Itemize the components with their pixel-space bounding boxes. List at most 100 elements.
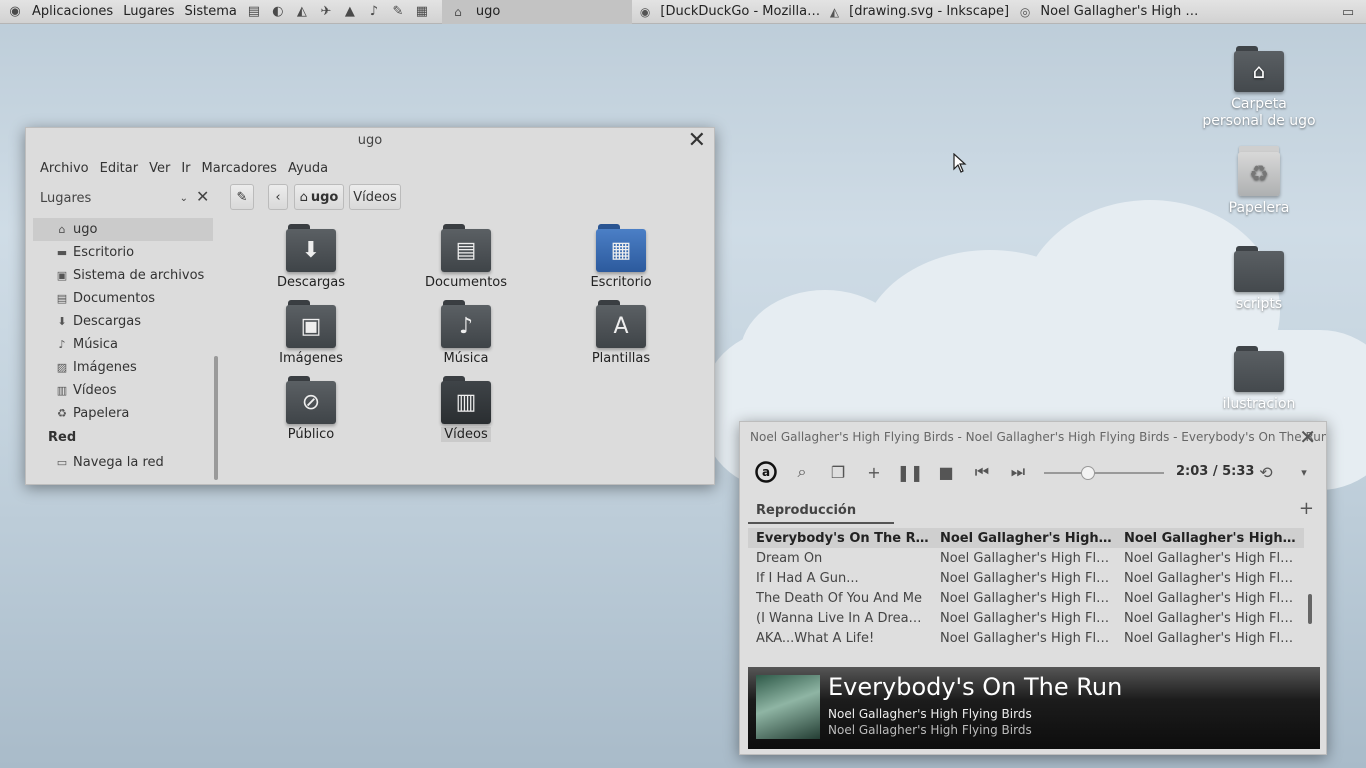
close-icon[interactable]: ✕ <box>688 130 706 152</box>
folder-item[interactable]: ♪ Música <box>406 300 526 366</box>
sidebar-item-ugo[interactable]: ⌂ ugo <box>33 218 213 241</box>
sidebar-item-musica[interactable]: ♪ Música <box>33 333 213 356</box>
desktop-icon-scripts[interactable]: scripts <box>1199 246 1319 313</box>
chevron-down-icon[interactable]: ▾ <box>1292 460 1316 484</box>
stop-icon[interactable]: ■ <box>934 460 958 484</box>
sidebar-item-network[interactable]: ▭ Navega la red <box>33 451 213 474</box>
folder-item[interactable]: ▦ Escritorio <box>561 224 681 290</box>
folder-item[interactable]: ▥ Vídeos <box>406 376 526 442</box>
folder-item[interactable]: ⊘ Público <box>251 376 371 442</box>
bird-launcher-icon[interactable]: ✈ <box>317 3 335 21</box>
videos-icon: ▥ <box>56 384 68 397</box>
sidebar-item-videos[interactable]: ▥ Vídeos <box>33 379 213 402</box>
next-icon[interactable]: ⏭ <box>1006 460 1030 484</box>
inkscape-launcher-icon[interactable]: ◭ <box>293 3 311 21</box>
playlist-row[interactable]: The Death Of You And Me Noel Gallagher's… <box>748 588 1304 608</box>
menu-ir[interactable]: Ir <box>177 161 194 176</box>
playlist-row[interactable]: Everybody's On The Run Noel Gallagher's … <box>748 528 1304 548</box>
close-icon[interactable]: ✕ <box>1299 422 1316 452</box>
sidebar-scrollbar[interactable] <box>214 356 218 480</box>
menu-lugares[interactable]: Lugares <box>118 0 179 24</box>
browser-launcher-icon[interactable]: ◐ <box>269 3 287 21</box>
folder-item[interactable]: ▣ Imágenes <box>251 300 371 366</box>
path-back-button[interactable]: ‹ <box>268 184 288 210</box>
path-button-ugo[interactable]: ⌂ ugo <box>294 184 344 210</box>
pause-icon[interactable]: ❚❚ <box>897 460 924 484</box>
repeat-icon[interactable]: ⟲ <box>1254 460 1278 484</box>
taskbar-item-inkscape[interactable]: ◭ [drawing.svg - Inkscape] <box>822 0 1012 24</box>
edit-launcher-icon[interactable]: ✎ <box>389 3 407 21</box>
menu-aplicaciones[interactable]: Aplicaciones <box>27 0 118 24</box>
library-icon[interactable]: ❐ <box>826 460 850 484</box>
seek-slider-handle[interactable] <box>1081 466 1096 480</box>
track-artist: Noel Gallagher's High Flyin… <box>940 610 1116 626</box>
sidebar-item-escritorio[interactable]: ▬ Escritorio <box>33 241 213 264</box>
desktop-icon-trash[interactable]: ♻ Papelera <box>1199 146 1319 217</box>
menu-editar[interactable]: Editar <box>96 161 143 176</box>
close-sidebar-icon[interactable]: ✕ <box>196 187 209 206</box>
tab-now-playing[interactable]: Reproducción actual <box>748 498 894 544</box>
vlc-launcher-icon[interactable]: ▲ <box>341 3 359 21</box>
taskbar-item-music-player[interactable]: ◎ Noel Gallagher's High … <box>1012 0 1202 24</box>
taskbar-item-firefox[interactable]: ◉ [DuckDuckGo - Mozilla… <box>632 0 822 24</box>
playlist-scrollbar[interactable] <box>1308 594 1312 624</box>
menu-archivo[interactable]: Archivo <box>36 161 93 176</box>
track-title: Everybody's On The Run <box>756 530 932 546</box>
music-launcher-icon[interactable]: ♪ <box>365 3 383 21</box>
edit-location-button[interactable]: ✎ <box>230 184 254 210</box>
sidebar-type-select[interactable]: Lugares ⌄ <box>40 188 188 210</box>
add-icon[interactable]: + <box>862 460 886 484</box>
sidebar-item-descargas[interactable]: ⬇ Descargas <box>33 310 213 333</box>
desktop-icon-ilustracion[interactable]: ilustracion <box>1199 346 1319 413</box>
text-editor-launcher-icon[interactable]: ▦ <box>413 3 431 21</box>
previous-icon[interactable]: ⏮ <box>970 460 994 484</box>
folder-icon <box>1234 346 1284 392</box>
track-artist: Noel Gallagher's High Flyi… <box>940 530 1116 546</box>
playlist-row[interactable]: If I Had A Gun... Noel Gallagher's High … <box>748 568 1304 588</box>
lastfm-icon[interactable]: a <box>754 460 778 484</box>
folder-view: ⬇ Descargas ▤ Documentos ▦ Escritorio ▣ … <box>226 224 706 474</box>
playlist-row[interactable]: AKA...What A Life! Noel Gallagher's High… <box>748 628 1304 648</box>
pictures-folder-icon: ▣ <box>286 300 336 348</box>
menu-ayuda[interactable]: Ayuda <box>284 161 332 176</box>
task-label: Noel Gallagher's High … <box>1040 4 1199 19</box>
chevron-down-icon: ⌄ <box>179 193 188 204</box>
track-artist: Noel Gallagher's High Flyin… <box>940 630 1116 646</box>
search-icon[interactable]: ⌕ <box>790 460 814 484</box>
taskbar-item-ugo[interactable]: ⌂ ugo <box>441 0 632 24</box>
track-title: If I Had A Gun... <box>756 570 859 586</box>
window-titlebar[interactable]: ugo ✕ <box>26 128 714 154</box>
menu-sistema[interactable]: Sistema <box>180 0 242 24</box>
sidebar-item-imagenes[interactable]: ▨ Imágenes <box>33 356 213 379</box>
file-manager-launcher-icon[interactable]: ▤ <box>245 3 263 21</box>
sidebar-item-documentos[interactable]: ▤ Documentos <box>33 287 213 310</box>
now-playing-album: Noel Gallagher's High Flying Birds <box>828 723 1032 737</box>
show-desktop-icon[interactable]: ▭ <box>1339 3 1357 21</box>
desktop-icon-home[interactable]: ⌂ Carpeta personal de ugo <box>1199 46 1319 130</box>
album-art <box>756 675 820 739</box>
sidebar-heading-network: Red <box>48 430 77 445</box>
sidebar-item-label: Documentos <box>73 291 156 306</box>
sidebar-item-papelera[interactable]: ♻ Papelera <box>33 402 213 425</box>
folder-item[interactable]: ▤ Documentos <box>406 224 526 290</box>
menu-ver[interactable]: Ver <box>145 161 174 176</box>
sidebar-item-label: ugo <box>73 222 98 237</box>
window-titlebar[interactable]: Noel Gallagher's High Flying Birds - Noe… <box>740 422 1326 452</box>
seek-slider[interactable] <box>1044 472 1164 474</box>
task-label: [drawing.svg - Inkscape] <box>849 4 1010 19</box>
track-album: Noel Gallagher's High Flyin… <box>1124 630 1300 646</box>
folder-icon <box>1234 246 1284 292</box>
sidebar-item-filesystem[interactable]: ▣ Sistema de archivos <box>33 264 213 287</box>
folder-item[interactable]: A Plantillas <box>561 300 681 366</box>
playlist-row[interactable]: Dream On Noel Gallagher's High Flyin… No… <box>748 548 1304 568</box>
desktop-icon-label: ilustracion <box>1222 396 1296 412</box>
folder-item[interactable]: ⬇ Descargas <box>251 224 371 290</box>
home-icon: ⌂ <box>58 223 66 236</box>
trash-icon: ♻ <box>1235 146 1283 196</box>
add-tab-icon[interactable]: + <box>1299 498 1314 519</box>
cloud-decoration <box>740 290 910 420</box>
playlist-row[interactable]: (I Wanna Live In A Dream In… Noel Gallag… <box>748 608 1304 628</box>
menu-marcadores[interactable]: Marcadores <box>198 161 281 176</box>
distro-logo-icon[interactable]: ◉ <box>6 3 24 21</box>
path-button-videos[interactable]: Vídeos <box>349 184 401 210</box>
